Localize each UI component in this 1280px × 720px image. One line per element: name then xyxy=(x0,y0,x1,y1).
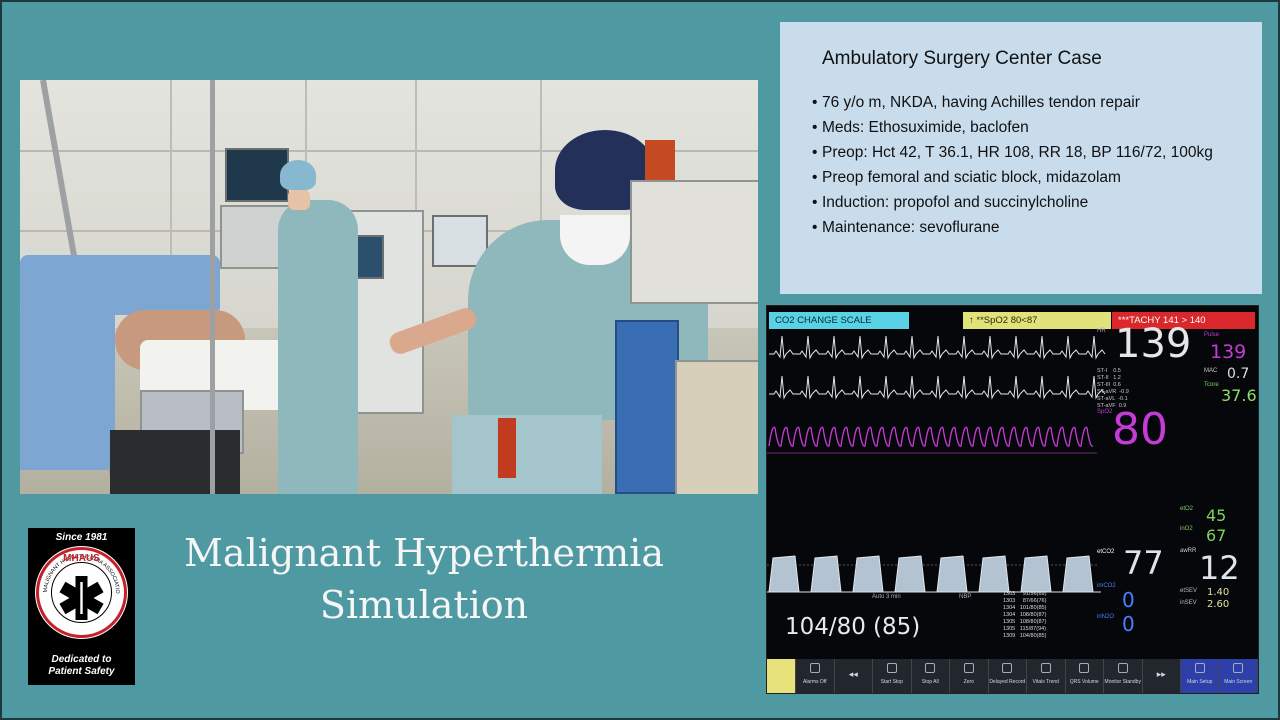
softkey-delayed-record[interactable]: Delayed Record xyxy=(989,659,1027,693)
softkey-main-setup[interactable]: Main Setup xyxy=(1181,659,1220,693)
nbp-mode: Auto 3 min xyxy=(872,594,901,600)
awrr-value: 12 xyxy=(1199,549,1240,587)
bed-base xyxy=(110,430,240,494)
screen-icon xyxy=(1233,663,1244,673)
pulse-value: 139 xyxy=(1210,341,1247,363)
case-detail-item: Meds: Ethosuximide, baclofen xyxy=(812,117,1252,138)
etsev-value: 1.40 xyxy=(1207,587,1230,598)
clinician-neck xyxy=(288,190,310,210)
nbp-history-list: 1303 91/56(69) 1303 87/66(76) 1304 101/8… xyxy=(1003,591,1047,639)
ecg-waveform-lead-1 xyxy=(769,335,1106,360)
title-line-2: Simulation xyxy=(319,583,529,627)
inn2o-label: inN2O xyxy=(1097,614,1115,620)
drawstring xyxy=(498,418,516,478)
mac-value: 0.7 xyxy=(1227,366,1250,382)
case-summary-panel: Ambulatory Surgery Center Case 76 y/o m,… xyxy=(780,22,1262,294)
volume-icon xyxy=(1079,663,1090,673)
softkey-zero[interactable]: Zero xyxy=(950,659,989,693)
surgical-cap xyxy=(280,160,316,190)
power-icon xyxy=(1117,663,1128,673)
case-detail-item: Induction: propofol and succinylcholine xyxy=(812,192,1252,213)
insev-value: 2.60 xyxy=(1207,599,1230,610)
stop-icon xyxy=(925,663,936,673)
insev-label: inSEV xyxy=(1180,600,1197,606)
logo-since: Since 1981 xyxy=(55,532,108,543)
imco2-value: 0 xyxy=(1122,588,1135,612)
gas1-label: etO2 xyxy=(1180,506,1194,512)
etco2-value: 77 xyxy=(1123,544,1164,582)
side-cabinet xyxy=(675,360,758,494)
etsev-label: etSEV xyxy=(1180,588,1198,594)
softkey-next[interactable]: ▸▸ xyxy=(1143,659,1181,693)
zero-icon xyxy=(963,663,974,673)
logo-seal: MALIGNANT HYPERTHERMIA ASSOCIATION OF TH… xyxy=(33,542,128,639)
softkey-stop-all[interactable]: Stop All xyxy=(912,659,950,693)
softkey-home[interactable] xyxy=(767,659,796,693)
softkey-vitals-trend[interactable]: Vitals Trend xyxy=(1027,659,1066,693)
gas2-label: inO2 xyxy=(1180,526,1193,532)
scrub-pants xyxy=(452,415,602,494)
inn2o-value: 0 xyxy=(1122,612,1135,636)
nbp-value: 104/80 xyxy=(785,614,866,640)
logo-acronym: MHAUS xyxy=(63,553,100,564)
case-title: Ambulatory Surgery Center Case xyxy=(822,48,1102,69)
gas2-value: 67 xyxy=(1206,526,1227,545)
case-detail-item: Preop: Hct 42, T 36.1, HR 108, RR 18, BP… xyxy=(812,142,1252,163)
spo2-value: 80 xyxy=(1112,404,1168,455)
hr-value: 139 xyxy=(1115,321,1192,367)
simulation-title: Malignant Hyperthermia Simulation xyxy=(150,527,698,631)
face-mask xyxy=(560,215,630,265)
mac-label: MAC xyxy=(1204,368,1218,374)
equipment-shelf xyxy=(630,180,758,304)
setup-icon xyxy=(1194,663,1205,673)
imco2-label: imCO2 xyxy=(1097,583,1116,589)
nbp-label: NBP xyxy=(959,594,972,600)
pulse-label: Pulse xyxy=(1204,332,1220,338)
patient-monitor: CO2 CHANGE SCALE ↑ **SpO2 80<87 ***TACHY… xyxy=(766,305,1259,694)
softkey-alarms-off[interactable]: Alarms Off xyxy=(796,659,835,693)
case-detail-item: Preop femoral and sciatic block, midazol… xyxy=(812,167,1252,188)
softkey-monitor-standby[interactable]: Monitor Standby xyxy=(1104,659,1143,693)
logo-tagline-line2: Patient Safety xyxy=(48,666,115,677)
star-of-life-icon: MALIGNANT HYPERTHERMIA ASSOCIATION OF TH… xyxy=(33,542,127,638)
hr-label: HR xyxy=(1097,328,1106,334)
softkey-prev[interactable]: ◂◂ xyxy=(835,659,873,693)
gas1-value: 45 xyxy=(1206,506,1227,525)
bell-icon xyxy=(809,663,820,673)
trend-icon xyxy=(1040,663,1051,673)
monitor-softkey-bar: Alarms Off ◂◂ Start Stop Stop All Zero D… xyxy=(767,659,1258,693)
logo-tagline-line1: Dedicated to xyxy=(51,654,112,665)
spo2-pleth-waveform xyxy=(768,426,1094,447)
awrr-label: awRR xyxy=(1180,548,1197,554)
simulation-video-frame[interactable] xyxy=(20,80,758,494)
ecg-waveform-lead-2 xyxy=(769,375,1106,400)
blue-cabinet xyxy=(615,320,679,494)
mhaus-logo: Since 1981 MALIGNANT HYPERTHERMIA ASSOCI… xyxy=(28,528,135,685)
logo-tagline: Dedicated to Patient Safety xyxy=(28,654,135,678)
capnography-waveform xyxy=(767,555,1101,593)
softkey-main-screen[interactable]: Main Screen xyxy=(1219,659,1258,693)
chevron-left-icon: ◂◂ xyxy=(848,669,858,679)
softkey-qrs-volume[interactable]: QRS Volume xyxy=(1066,659,1104,693)
title-line-1: Malignant Hyperthermia xyxy=(184,531,664,575)
record-icon xyxy=(1002,663,1013,673)
clinician-back xyxy=(278,200,358,494)
tcore-value: 37.6 xyxy=(1221,386,1257,405)
chevron-right-icon: ▸▸ xyxy=(1156,669,1166,679)
softkey-start-stop[interactable]: Start Stop xyxy=(873,659,912,693)
case-detail-item: 76 y/o m, NKDA, having Achilles tendon r… xyxy=(812,92,1252,113)
spo2-label: SpO2 xyxy=(1097,409,1113,415)
monitor-boom xyxy=(210,80,215,494)
case-details-list: 76 y/o m, NKDA, having Achilles tendon r… xyxy=(812,92,1252,242)
patient-drape xyxy=(20,310,115,470)
nbp-mean: (85) xyxy=(873,614,921,640)
red-bin xyxy=(645,140,675,180)
tcore-label: Tcore xyxy=(1204,382,1219,388)
etco2-label: etCO2 xyxy=(1097,549,1115,555)
nbp-icon xyxy=(886,663,897,673)
case-detail-item: Maintenance: sevoflurane xyxy=(812,217,1252,238)
patient-drape xyxy=(20,255,220,315)
